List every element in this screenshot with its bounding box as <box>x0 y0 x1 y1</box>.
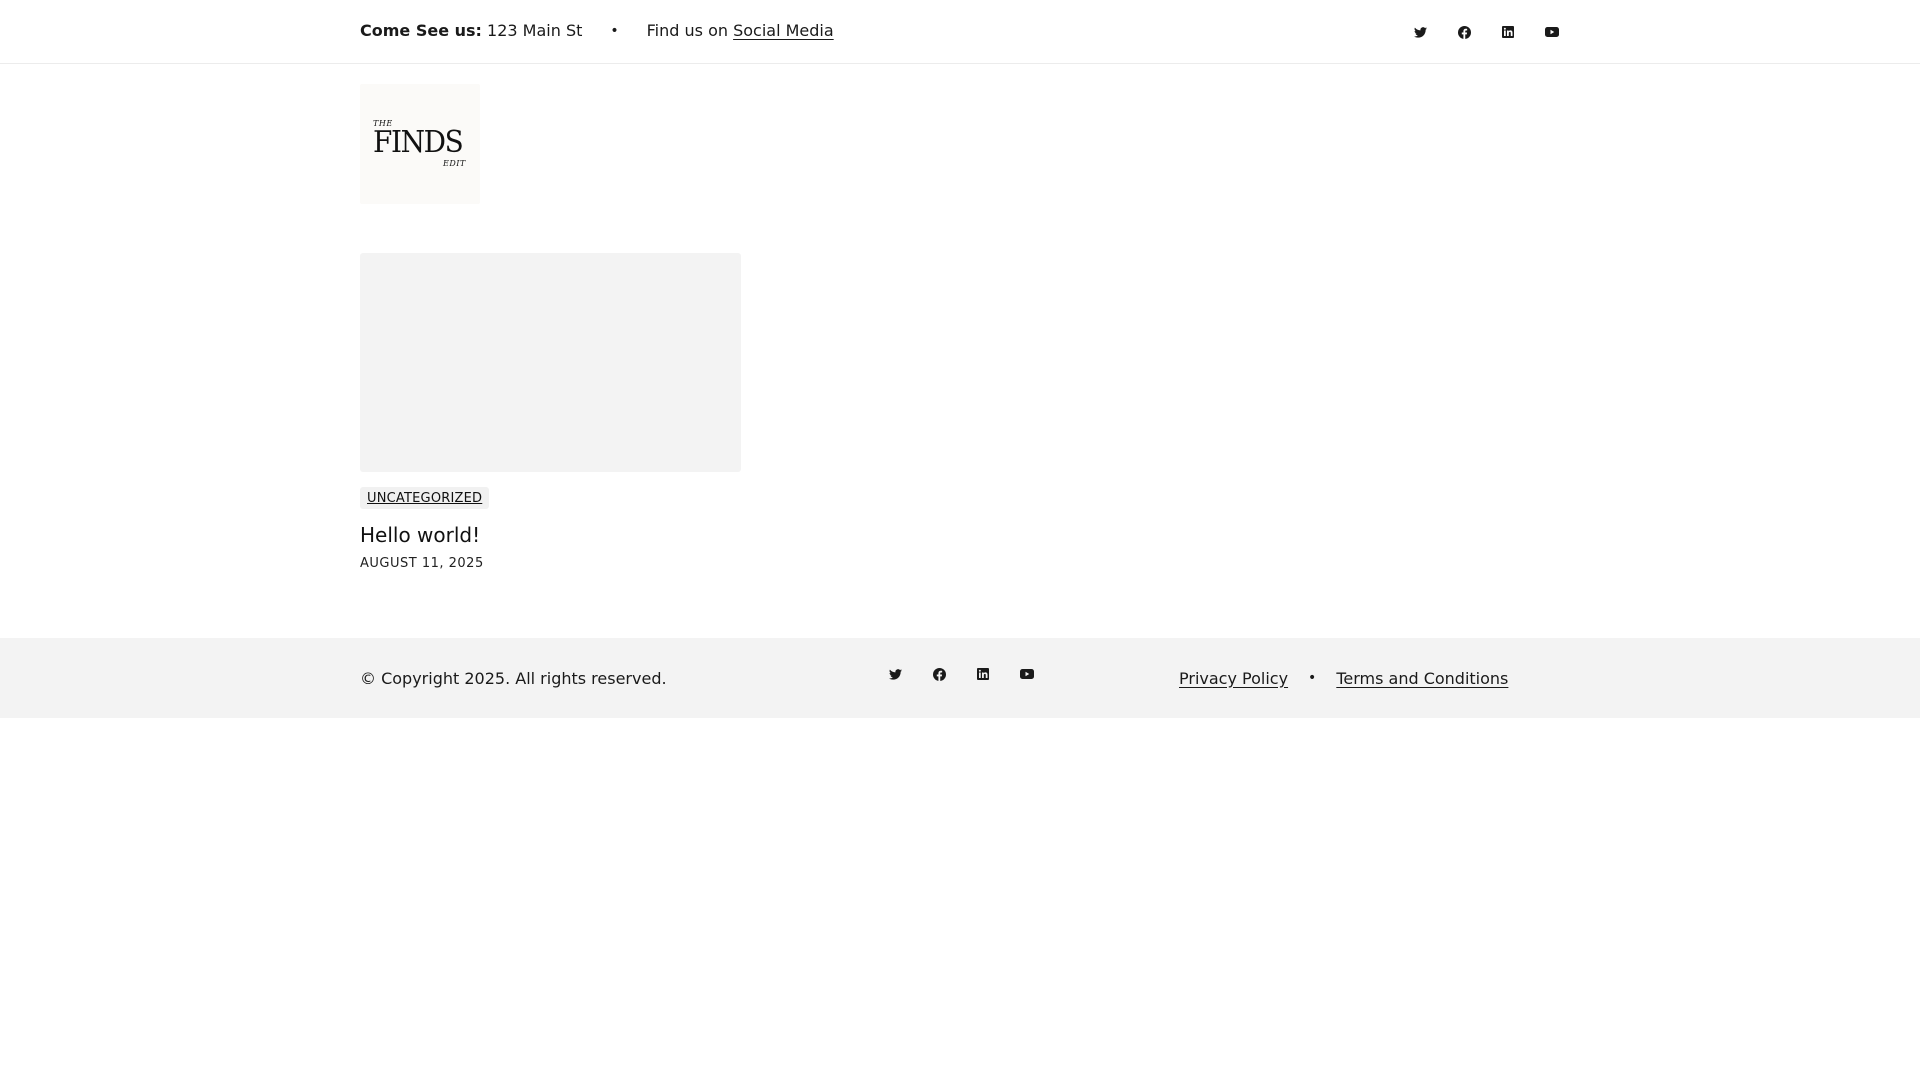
twitter-icon[interactable] <box>1412 24 1428 40</box>
copyright-text: © Copyright 2025. All rights reserved. <box>360 668 667 688</box>
site-footer: © Copyright 2025. All rights reserved. P… <box>0 638 1920 718</box>
terms-and-conditions-link[interactable]: Terms and Conditions <box>1336 669 1508 688</box>
separator-dot: • <box>610 23 619 39</box>
post-category-badge[interactable]: UNCATEGORIZED <box>360 487 490 509</box>
privacy-policy-link[interactable]: Privacy Policy <box>1179 669 1288 688</box>
post-title[interactable]: Hello world! <box>360 523 741 547</box>
facebook-icon[interactable] <box>931 666 947 682</box>
logo-text-edit: EDIT <box>443 159 466 168</box>
address-value: 123 Main St <box>487 21 583 40</box>
header-social-links <box>1412 24 1560 40</box>
youtube-icon[interactable] <box>1544 24 1560 40</box>
address-label: Come See us: <box>360 21 482 40</box>
logo-text-finds: FINDS <box>373 125 464 160</box>
post-thumbnail[interactable] <box>360 253 741 472</box>
top-bar-inner: Come See us: 123 Main St • Find us on So… <box>360 0 1560 64</box>
youtube-icon[interactable] <box>1019 666 1035 682</box>
top-bar: Come See us: 123 Main St • Find us on So… <box>0 0 1920 64</box>
linkedin-icon[interactable] <box>975 666 991 682</box>
separator-dot: • <box>1308 670 1317 686</box>
social-prefix: Find us on <box>646 21 728 40</box>
post-card: UNCATEGORIZED Hello world! AUGUST 11, 20… <box>360 253 741 571</box>
linkedin-icon[interactable] <box>1500 24 1516 40</box>
footer-inner: © Copyright 2025. All rights reserved. P… <box>360 638 1560 718</box>
facebook-icon[interactable] <box>1456 24 1472 40</box>
post-date: AUGUST 11, 2025 <box>360 556 484 571</box>
social-media-link[interactable]: Social Media <box>733 23 834 39</box>
twitter-icon[interactable] <box>887 666 903 682</box>
top-bar-info: Come See us: 123 Main St • Find us on So… <box>360 23 834 39</box>
footer-legal-links: Privacy Policy • Terms and Conditions <box>1179 638 1508 718</box>
footer-social-links <box>887 666 1035 682</box>
site-logo[interactable]: THE FINDS EDIT <box>360 84 480 204</box>
